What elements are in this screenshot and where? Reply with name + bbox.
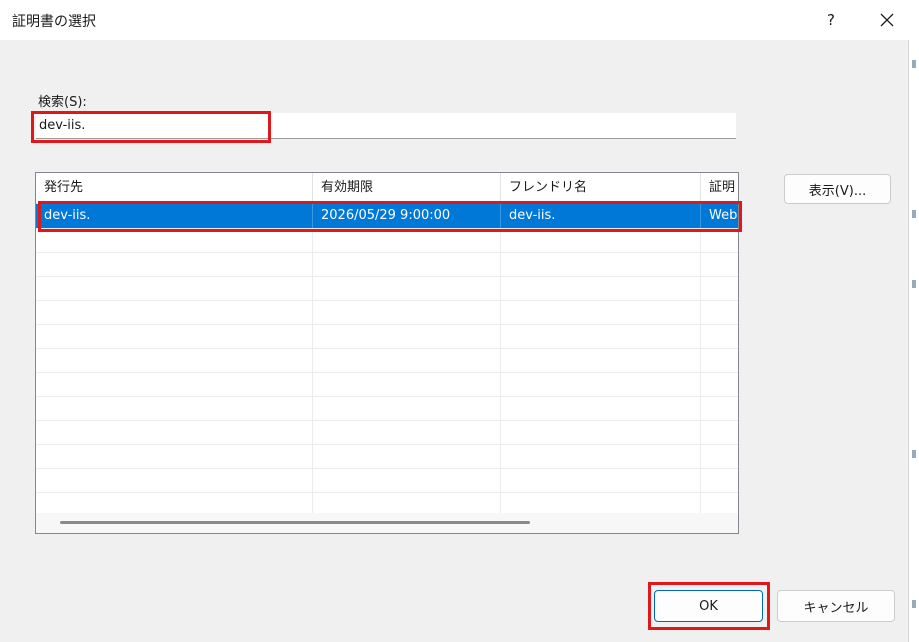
background-window-edge: [908, 40, 919, 642]
close-icon: [880, 13, 894, 27]
column-header-purpose[interactable]: 証明: [701, 173, 738, 203]
certificate-list[interactable]: 発行先 有効期限 フレンドリ名 証明 dev-iis. 2026/05/29 9…: [35, 172, 739, 534]
horizontal-scrollbar[interactable]: [36, 513, 738, 533]
search-label: 検索(S):: [38, 95, 87, 110]
empty-row: [36, 396, 738, 421]
cell-friendly-name: dev-iis.: [501, 204, 701, 228]
empty-row: [36, 348, 738, 373]
scrollbar-thumb[interactable]: [60, 521, 530, 524]
background-marker: [912, 210, 916, 218]
list-header: 発行先 有効期限 フレンドリ名 証明: [36, 173, 738, 204]
cancel-button[interactable]: キャンセル: [777, 590, 895, 622]
column-header-expiration[interactable]: 有効期限: [313, 173, 501, 203]
empty-row: [36, 420, 738, 445]
empty-row: [36, 228, 738, 253]
background-marker: [912, 60, 916, 68]
background-marker: [912, 450, 916, 458]
column-header-friendly-name[interactable]: フレンドリ名: [501, 173, 701, 203]
background-marker: [912, 280, 916, 288]
cell-issued-to: dev-iis.: [36, 204, 313, 228]
dialog-title: 証明書の選択: [12, 14, 96, 30]
empty-row: [36, 276, 738, 301]
close-button[interactable]: [868, 6, 906, 34]
column-header-issued-to[interactable]: 発行先: [36, 173, 313, 203]
empty-row: [36, 252, 738, 277]
search-input[interactable]: [36, 113, 736, 139]
empty-row: [36, 468, 738, 493]
view-certificate-button[interactable]: 表示(V)...: [784, 174, 891, 204]
empty-row: [36, 300, 738, 325]
background-marker: [912, 600, 916, 608]
title-bar: 証明書の選択 ?: [0, 0, 919, 40]
empty-row: [36, 444, 738, 469]
cell-expiration: 2026/05/29 9:00:00: [313, 204, 501, 228]
empty-row: [36, 372, 738, 397]
help-button[interactable]: ?: [814, 6, 848, 34]
empty-row: [36, 324, 738, 349]
cell-purpose: Web: [701, 204, 738, 228]
table-row[interactable]: dev-iis. 2026/05/29 9:00:00 dev-iis. Web: [36, 204, 738, 229]
ok-button[interactable]: OK: [654, 590, 763, 622]
